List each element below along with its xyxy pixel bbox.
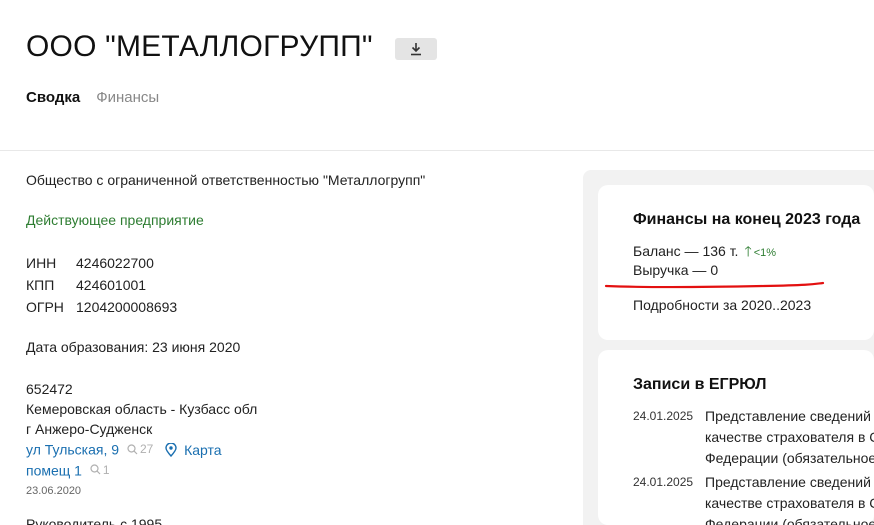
finance-revenue: Выручка — 0 [633,262,719,278]
street-search-count[interactable]: 27 [127,439,153,459]
location-pin-icon [165,441,177,457]
inn-value: 4246022700 [76,255,154,271]
ogrn-label: ОГРН [26,299,64,315]
address-room-link[interactable]: помещ 1 [26,462,82,478]
address-street-row: ул Тульская, 9 27 Карта [26,439,257,460]
address-region: Кемеровская область - Кузбасс обл [26,401,258,417]
record-line: Представление сведений о [705,408,874,424]
company-ids: ИНН 4246022700 КПП 424601001 ОГРН 120420… [26,253,177,317]
company-full-name: Общество с ограниченной ответственностью… [26,172,426,188]
annotation-underline [604,281,825,289]
address-city: г Анжеро-Судженск [26,421,153,437]
map-link[interactable]: Карта [165,441,222,458]
address-date: 23.06.2020 [26,485,82,497]
record-text: Представление сведений о качестве страхо… [705,472,874,525]
address-block: 652472 Кемеровская область - Кузбасс обл… [26,379,257,502]
address-room-row: помещ 1 1 [26,460,257,481]
finance-card-title: Финансы на конец 2023 года [633,211,861,228]
finance-details-link[interactable]: Подробности за 2020..2023 [633,297,811,313]
record-line: Федерации (обязательное [705,450,874,466]
record-line: Представление сведений о [705,474,874,490]
record-text: Представление сведений о качестве страхо… [705,406,874,469]
tabs: Сводка Финансы [26,89,159,106]
download-icon [411,43,421,56]
record-date: 24.01.2025 [633,475,694,489]
divider [0,150,874,151]
search-icon [90,464,101,475]
egrul-card: Записи в ЕГРЮЛ 24.01.2025 Представление … [598,350,874,525]
page-title: ООО "МЕТАЛЛОГРУПП" [26,30,373,63]
finance-card: Финансы на конец 2023 года Баланс — 136 … [598,185,874,340]
record-line: качестве страхователя в С [705,429,874,445]
record-line: качестве страхователя в С [705,495,874,511]
address-postcode: 652472 [26,381,73,397]
record-line: Федерации (обязательное [705,516,874,525]
director-line: Руководитель с 1995 [26,516,163,525]
balance-trend: <1% [753,247,777,259]
tab-summary[interactable]: Сводка [26,89,80,106]
room-count: 1 [102,462,110,477]
room-search-count[interactable]: 1 [90,460,110,480]
street-count: 27 [139,442,154,456]
kpp-value: 424601001 [76,277,147,293]
founded-date: Дата образования: 23 июня 2020 [26,339,241,355]
inn-label: ИНН [26,255,57,271]
finance-balance: Баланс — 136 т. [633,243,739,259]
search-icon [127,443,138,454]
kpp-label: КПП [26,277,55,293]
arrow-up-icon: 🡑 [744,243,752,259]
tab-finance[interactable]: Финансы [96,89,159,106]
map-label: Карта [184,441,222,458]
egrul-card-title: Записи в ЕГРЮЛ [633,376,767,393]
address-street-link[interactable]: ул Тульская, 9 [26,442,119,458]
status-badge: Действующее предприятие [26,212,204,228]
download-button[interactable] [395,38,437,60]
record-date: 24.01.2025 [633,409,694,423]
ogrn-value: 1204200008693 [76,299,178,315]
